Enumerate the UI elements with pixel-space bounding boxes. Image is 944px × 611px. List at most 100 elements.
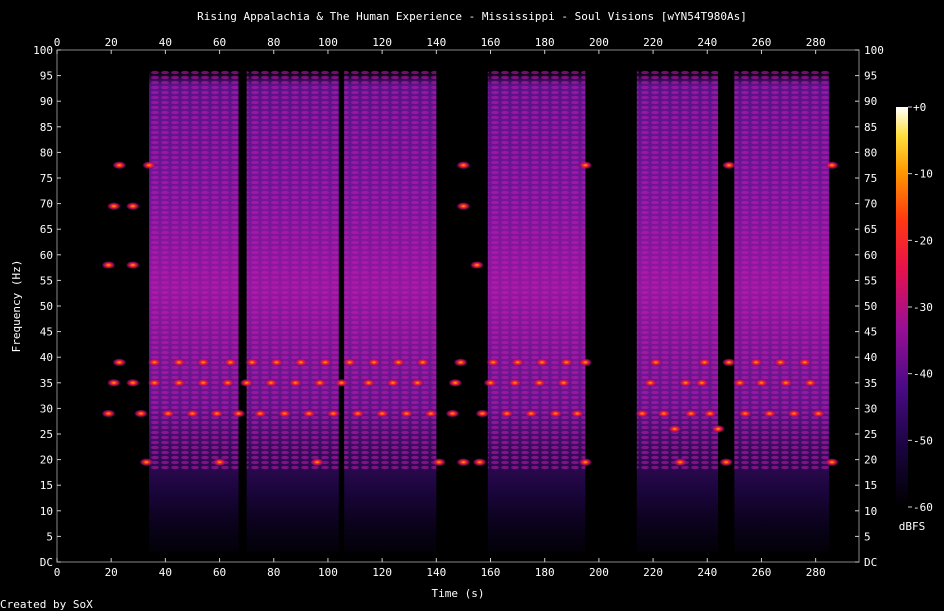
- tone-event-36: [312, 378, 327, 387]
- y-tick-label-left-60: 60: [40, 249, 53, 262]
- y-tick-label-left-15: 15: [40, 479, 53, 492]
- x-tick-label-bottom-140: 140: [426, 566, 446, 579]
- x-tick-label-bottom-280: 280: [806, 566, 826, 579]
- y-tick-label-right-95: 95: [864, 70, 877, 83]
- x-tick-label-bottom-180: 180: [535, 566, 555, 579]
- y-tick-label-right-60: 60: [864, 249, 877, 262]
- tone-event-40: [342, 358, 357, 367]
- x-tick-label-top-40: 40: [159, 36, 172, 49]
- tone-event-89: [721, 358, 736, 367]
- x-tick-label-top-260: 260: [752, 36, 772, 49]
- y-tick-label-right-5: 5: [864, 530, 871, 543]
- tone-event-19: [196, 378, 211, 387]
- tone-event-28: [253, 409, 268, 418]
- y-tick-label-right-50: 50: [864, 300, 877, 313]
- x-tick-label-bottom-0: 0: [54, 566, 61, 579]
- colorbar: [896, 107, 908, 507]
- colorbar-label: dBFS: [899, 520, 926, 533]
- tone-event-47: [399, 409, 414, 418]
- tone-event-15: [161, 409, 176, 418]
- tone-event-79: [656, 409, 671, 418]
- x-tick-label-top-80: 80: [267, 36, 280, 49]
- y-tick-label-left-5: 5: [46, 530, 53, 543]
- y-tick-label-left-75: 75: [40, 172, 53, 185]
- tone-event-55: [456, 458, 471, 467]
- spectrogram-chart: 0 0 20 20 40 40 60 60 80 80 100 100 120 120 140 140 160 1…: [0, 10, 933, 611]
- tone-event-35: [310, 458, 325, 467]
- colorbar-tick-label-3: -30: [913, 301, 933, 314]
- tone-event-80: [667, 424, 682, 433]
- tone-event-54: [453, 358, 468, 367]
- tone-event-49: [415, 358, 430, 367]
- tone-event-17: [171, 358, 186, 367]
- tone-event-103: [824, 161, 839, 170]
- tone-event-29: [264, 378, 279, 387]
- tone-event-39: [334, 378, 349, 387]
- colorbar-tick-label-0: +0: [913, 101, 926, 114]
- x-axis-label: Time (s): [432, 587, 485, 600]
- x-tick-label-bottom-20: 20: [105, 566, 118, 579]
- tone-event-8: [125, 202, 140, 211]
- tone-event-56: [456, 161, 471, 170]
- tone-event-30: [269, 358, 284, 367]
- tone-event-58: [469, 261, 484, 270]
- tone-event-96: [773, 358, 788, 367]
- x-tick-label-top-100: 100: [318, 36, 338, 49]
- tone-event-78: [648, 358, 663, 367]
- tone-event-86: [702, 409, 717, 418]
- tone-event-87: [711, 424, 726, 433]
- tone-event-48: [410, 378, 425, 387]
- y-tick-label-right-65: 65: [864, 223, 877, 236]
- tone-event-21: [209, 409, 224, 418]
- tone-event-12: [142, 161, 157, 170]
- y-tick-label-left-65: 65: [40, 223, 53, 236]
- tone-event-69: [548, 409, 563, 418]
- segment-texture-5: [636, 70, 719, 470]
- y-tick-label-right-55: 55: [864, 274, 877, 287]
- y-tick-label-right-90: 90: [864, 95, 877, 108]
- tone-event-73: [578, 458, 593, 467]
- tone-event-97: [778, 378, 793, 387]
- tone-event-94: [754, 378, 769, 387]
- x-tick-label-top-180: 180: [535, 36, 555, 49]
- x-tick-label-top-20: 20: [105, 36, 118, 49]
- tone-event-7: [125, 378, 140, 387]
- tone-event-45: [385, 378, 400, 387]
- tone-event-50: [423, 409, 438, 418]
- tone-event-84: [694, 378, 709, 387]
- y-tick-label-right-100: 100: [864, 44, 884, 57]
- x-tick-label-top-160: 160: [481, 36, 501, 49]
- colorbar-tick-label-4: -40: [913, 368, 933, 381]
- tone-event-23: [220, 378, 235, 387]
- tone-event-102: [824, 458, 839, 467]
- x-tick-label-top-200: 200: [589, 36, 609, 49]
- y-tick-label-left-DC: DC: [40, 556, 53, 569]
- colorbar-tick-label-1: -10: [913, 168, 933, 181]
- x-tick-label-bottom-260: 260: [752, 566, 772, 579]
- tone-event-2: [106, 378, 121, 387]
- x-tick-label-bottom-60: 60: [213, 566, 226, 579]
- x-tick-label-bottom-220: 220: [643, 566, 663, 579]
- tone-event-24: [223, 358, 238, 367]
- y-tick-label-left-55: 55: [40, 274, 53, 287]
- tone-event-99: [797, 358, 812, 367]
- y-tick-label-left-20: 20: [40, 454, 53, 467]
- y-tick-label-right-85: 85: [864, 121, 877, 134]
- y-tick-label-right-10: 10: [864, 505, 877, 518]
- tone-event-33: [293, 358, 308, 367]
- tone-event-95: [762, 409, 777, 418]
- tone-event-5: [106, 202, 121, 211]
- tone-event-13: [147, 378, 162, 387]
- tone-event-20: [196, 358, 211, 367]
- tone-event-6: [101, 261, 116, 270]
- x-tick-label-bottom-200: 200: [589, 566, 609, 579]
- tone-event-1: [101, 409, 116, 418]
- x-tick-label-bottom-80: 80: [267, 566, 280, 579]
- tone-event-34: [301, 409, 316, 418]
- colorbar-tick-label-6: -60: [913, 501, 933, 514]
- tone-event-66: [524, 409, 539, 418]
- tone-event-74: [578, 358, 593, 367]
- tone-event-22: [212, 458, 227, 467]
- y-tick-label-right-DC: DC: [864, 556, 877, 569]
- tone-event-46: [391, 358, 406, 367]
